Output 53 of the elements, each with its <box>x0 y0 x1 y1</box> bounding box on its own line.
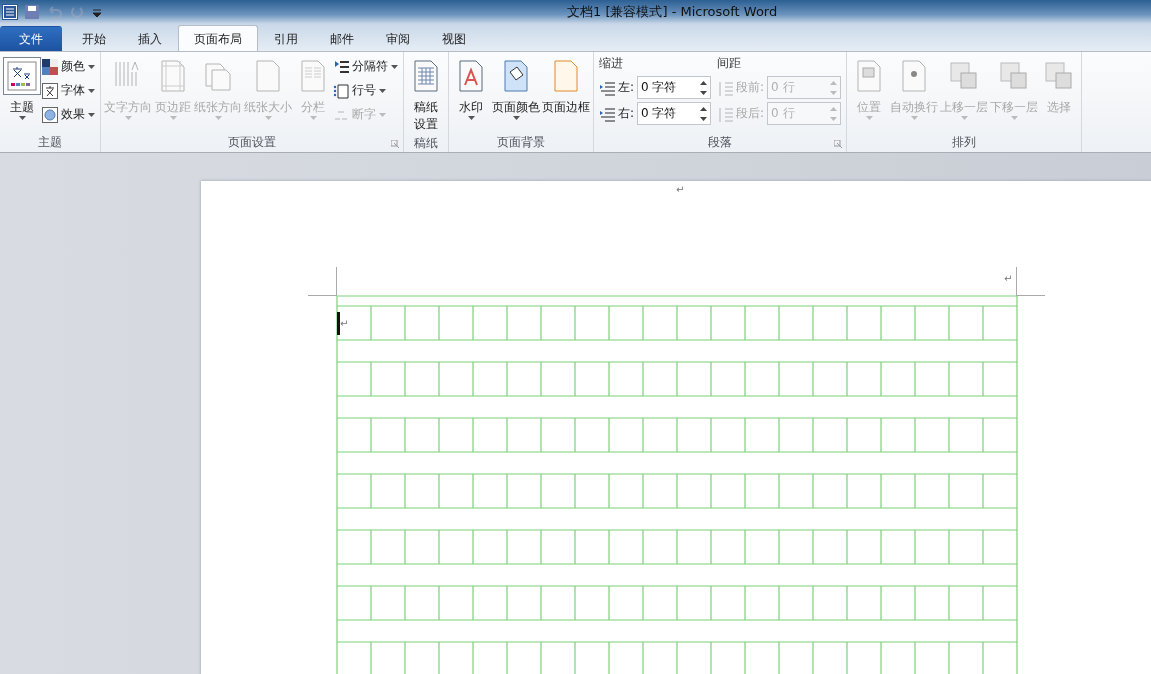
spin-arrows-icon <box>830 105 838 122</box>
spacing-icon <box>717 105 734 122</box>
paragraph-mark: ↵ <box>1004 274 1013 284</box>
ribbon-tab[interactable]: 插入 <box>122 26 178 51</box>
circle-icon <box>42 106 58 123</box>
text-cursor <box>337 312 340 335</box>
document-icon <box>6 60 38 92</box>
ribbon-tab[interactable]: 审阅 <box>370 26 426 51</box>
ribbon-tab[interactable]: 页面布局 <box>178 25 258 52</box>
group-label: 页面设置 <box>228 133 276 151</box>
line-numbers-icon <box>333 82 349 99</box>
ribbon-button[interactable]: 页面边框 <box>541 55 591 118</box>
dialog-launcher[interactable] <box>834 140 843 148</box>
section-heading: 间距 <box>717 55 743 72</box>
field-label: 段后: <box>736 105 765 122</box>
group-label: 页面背景 <box>497 133 545 151</box>
ribbon-button[interactable]: 颜色 <box>42 56 98 77</box>
ribbon-button[interactable]: 分隔符 <box>333 56 401 77</box>
spin-field[interactable]: 0 字符 <box>637 76 712 99</box>
ribbon-tab[interactable]: 邮件 <box>314 26 370 51</box>
indent-icon <box>599 79 615 96</box>
ribbon-button[interactable]: 字体 <box>42 80 98 101</box>
paragraph-mark: ↵ <box>676 185 685 195</box>
window-title: 文档1 [兼容模式] - Microsoft Word <box>567 3 778 21</box>
breaks-icon <box>333 58 349 75</box>
field-label: 段前: <box>736 79 765 96</box>
spin-field[interactable]: 0 字符 <box>637 102 712 125</box>
section-heading: 缩进 <box>599 55 624 72</box>
indent-icon <box>599 105 615 122</box>
spin-arrows-icon <box>830 79 838 96</box>
group-label: 稿纸 <box>414 135 438 152</box>
spacing-icon <box>717 79 734 96</box>
ribbon-button[interactable]: 效果 <box>42 104 98 125</box>
ribbon-tab[interactable]: 视图 <box>426 26 482 51</box>
ribbon-button[interactable]: 行号 <box>333 80 401 101</box>
field-label: 右: <box>618 105 635 122</box>
ribbon-tab[interactable]: 文件 <box>0 26 62 51</box>
group-label: 排列 <box>952 133 977 151</box>
spin-arrows-icon <box>700 79 708 96</box>
spin-arrows-icon <box>700 105 708 122</box>
group-label: 主题 <box>38 133 62 151</box>
group-label: 段落 <box>708 133 733 151</box>
field-label: 左: <box>618 79 635 96</box>
ribbon-tab[interactable]: 开始 <box>66 26 122 51</box>
ribbon-button[interactable]: 稿纸设置 <box>406 55 446 135</box>
color-squares-icon <box>42 58 58 75</box>
pages-icon <box>202 60 234 92</box>
ribbon-button[interactable]: 页面颜色 <box>491 55 541 122</box>
ribbon-button[interactable]: 水印 <box>451 55 491 122</box>
save-icon[interactable] <box>24 4 40 20</box>
dialog-launcher[interactable] <box>391 140 399 148</box>
ribbon-tab[interactable]: 引用 <box>258 26 314 51</box>
paragraph-mark: ↵ <box>340 319 349 329</box>
